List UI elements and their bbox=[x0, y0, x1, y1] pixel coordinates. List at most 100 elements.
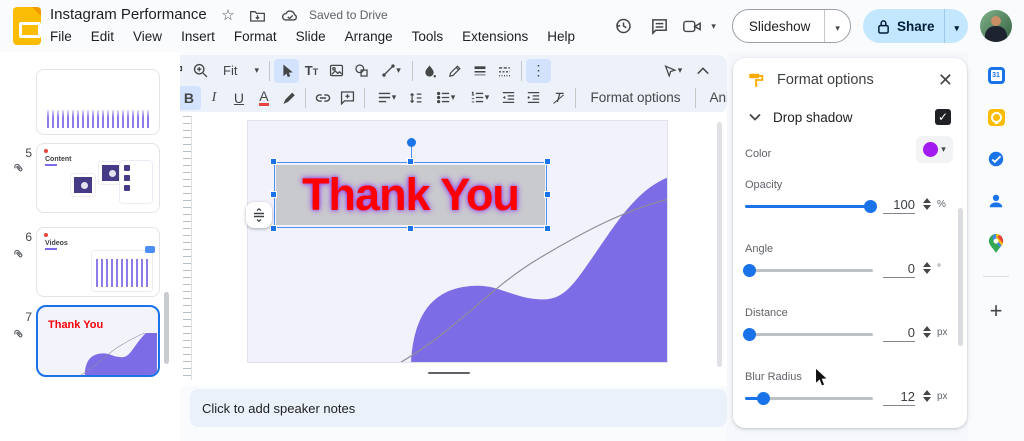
menu-slide[interactable]: Slide bbox=[296, 29, 326, 44]
menu-file[interactable]: File bbox=[50, 29, 72, 44]
opacity-value[interactable]: 100 bbox=[883, 197, 915, 214]
text-color-button[interactable]: A bbox=[251, 86, 276, 110]
blur-radius-slider[interactable] bbox=[745, 397, 873, 400]
opacity-slider[interactable] bbox=[745, 205, 873, 208]
blur-radius-value[interactable]: 12 bbox=[883, 389, 915, 406]
blur-radius-stepper[interactable] bbox=[923, 390, 931, 402]
clear-formatting-button[interactable] bbox=[546, 86, 571, 110]
maps-icon[interactable] bbox=[987, 234, 1005, 252]
border-dash-tool[interactable] bbox=[492, 59, 517, 83]
slide-thumbnail-5[interactable]: Content bbox=[36, 143, 160, 213]
share-dropdown[interactable]: ▾ bbox=[945, 19, 968, 34]
filmstrip-scrollbar[interactable] bbox=[164, 292, 169, 364]
angle-slider[interactable] bbox=[745, 269, 873, 272]
underline-button[interactable]: U bbox=[226, 86, 251, 110]
chevron-down-icon[interactable] bbox=[749, 113, 761, 121]
selected-text-box[interactable]: Thank You bbox=[274, 162, 547, 228]
menu-help[interactable]: Help bbox=[547, 29, 575, 44]
select-tool[interactable] bbox=[274, 59, 299, 83]
resize-handle-n[interactable] bbox=[407, 158, 414, 165]
resize-handle-e[interactable] bbox=[544, 191, 551, 198]
resize-handle-se[interactable] bbox=[544, 225, 551, 232]
shadow-color-picker[interactable]: ▾ bbox=[916, 136, 953, 163]
tasks-icon[interactable] bbox=[987, 150, 1005, 168]
speaker-notes[interactable]: Click to add speaker notes bbox=[190, 389, 727, 427]
increase-indent-button[interactable] bbox=[521, 86, 546, 110]
menu-insert[interactable]: Insert bbox=[181, 29, 215, 44]
slide-thumbnail-6[interactable]: Videos bbox=[36, 227, 160, 297]
meet-camera-button[interactable] bbox=[677, 8, 707, 44]
resize-handle-s[interactable] bbox=[407, 225, 414, 232]
distance-stepper[interactable] bbox=[923, 326, 931, 338]
contacts-icon[interactable] bbox=[987, 192, 1005, 210]
comments-button[interactable] bbox=[641, 8, 677, 44]
slideshow-label[interactable]: Slideshow bbox=[733, 10, 826, 42]
bold-button[interactable]: B bbox=[176, 86, 201, 110]
drag-spacing-widget[interactable] bbox=[246, 202, 272, 228]
insert-link-button[interactable] bbox=[310, 86, 335, 110]
google-slides-logo[interactable] bbox=[13, 7, 41, 45]
distance-slider[interactable] bbox=[745, 333, 873, 336]
share-button[interactable]: Share ▾ bbox=[863, 9, 968, 43]
line-spacing-button[interactable] bbox=[403, 86, 428, 110]
textbox-tool[interactable]: TT bbox=[299, 59, 324, 83]
pointer-mode-button[interactable]: ▾ bbox=[654, 59, 690, 83]
get-addons-icon[interactable]: + bbox=[990, 301, 1003, 321]
decrease-indent-button[interactable] bbox=[496, 86, 521, 110]
resize-handle-sw[interactable] bbox=[270, 225, 277, 232]
notes-resize-handle[interactable] bbox=[428, 372, 470, 374]
format-options-button[interactable]: Format options bbox=[580, 86, 690, 110]
keep-icon[interactable] bbox=[987, 108, 1005, 126]
distance-value[interactable]: 0 bbox=[883, 325, 915, 342]
saved-status[interactable]: Saved to Drive bbox=[309, 8, 388, 22]
menu-view[interactable]: View bbox=[133, 29, 162, 44]
slideshow-dropdown[interactable]: ▾ bbox=[825, 19, 850, 34]
italic-button[interactable]: I bbox=[201, 86, 226, 110]
move-folder-icon[interactable] bbox=[249, 8, 266, 23]
calendar-icon[interactable]: 31 bbox=[987, 66, 1005, 84]
wave-shape[interactable] bbox=[248, 121, 668, 363]
resize-handle-nw[interactable] bbox=[270, 158, 277, 165]
opacity-stepper[interactable] bbox=[923, 198, 931, 210]
slider-thumb[interactable] bbox=[743, 328, 756, 341]
highlight-color-button[interactable] bbox=[276, 86, 301, 110]
numbered-list-button[interactable]: ▾ bbox=[462, 86, 496, 110]
meet-dropdown-caret[interactable]: ▾ bbox=[711, 22, 716, 31]
slide-thumbnail-partial[interactable] bbox=[36, 69, 160, 135]
insert-line-tool[interactable]: ▾ bbox=[374, 59, 408, 83]
bulleted-list-button[interactable]: ▾ bbox=[428, 86, 462, 110]
zoom-select[interactable]: Fit▾ bbox=[213, 59, 265, 83]
insert-shape-tool[interactable] bbox=[349, 59, 374, 83]
cloud-saved-icon[interactable] bbox=[281, 8, 299, 22]
menu-arrange[interactable]: Arrange bbox=[345, 29, 393, 44]
menu-tools[interactable]: Tools bbox=[412, 29, 444, 44]
slider-thumb[interactable] bbox=[864, 200, 877, 213]
resize-handle-w[interactable] bbox=[270, 191, 277, 198]
star-icon[interactable]: ☆ bbox=[221, 6, 234, 24]
slide-canvas[interactable]: Thank You bbox=[247, 120, 668, 363]
version-history-button[interactable] bbox=[605, 8, 641, 44]
menu-extensions[interactable]: Extensions bbox=[462, 29, 528, 44]
zoom-icon[interactable] bbox=[188, 59, 213, 83]
insert-image-tool[interactable] bbox=[324, 59, 349, 83]
add-comment-button[interactable] bbox=[335, 86, 360, 110]
close-panel-icon[interactable]: ✕ bbox=[938, 70, 953, 91]
slider-thumb[interactable] bbox=[743, 264, 756, 277]
drop-shadow-checkbox[interactable]: ✓ bbox=[935, 109, 951, 125]
rotation-handle[interactable] bbox=[407, 138, 416, 147]
menu-format[interactable]: Format bbox=[234, 29, 277, 44]
angle-stepper[interactable] bbox=[923, 262, 931, 274]
account-avatar[interactable] bbox=[980, 10, 1012, 42]
resize-handle-ne[interactable] bbox=[544, 158, 551, 165]
slide-thumbnail-7-selected[interactable]: Thank You bbox=[36, 305, 160, 377]
align-button[interactable]: ▾ bbox=[369, 86, 403, 110]
menu-edit[interactable]: Edit bbox=[91, 29, 114, 44]
panel-scrollbar[interactable] bbox=[958, 208, 963, 346]
collapse-toolbar-button[interactable] bbox=[690, 59, 715, 83]
fill-color-tool[interactable] bbox=[417, 59, 442, 83]
angle-value[interactable]: 0 bbox=[883, 261, 915, 278]
border-weight-tool[interactable] bbox=[467, 59, 492, 83]
border-color-tool[interactable] bbox=[442, 59, 467, 83]
more-options-button[interactable]: ⋮ bbox=[526, 59, 551, 83]
document-title[interactable]: Instagram Performance bbox=[50, 6, 207, 23]
